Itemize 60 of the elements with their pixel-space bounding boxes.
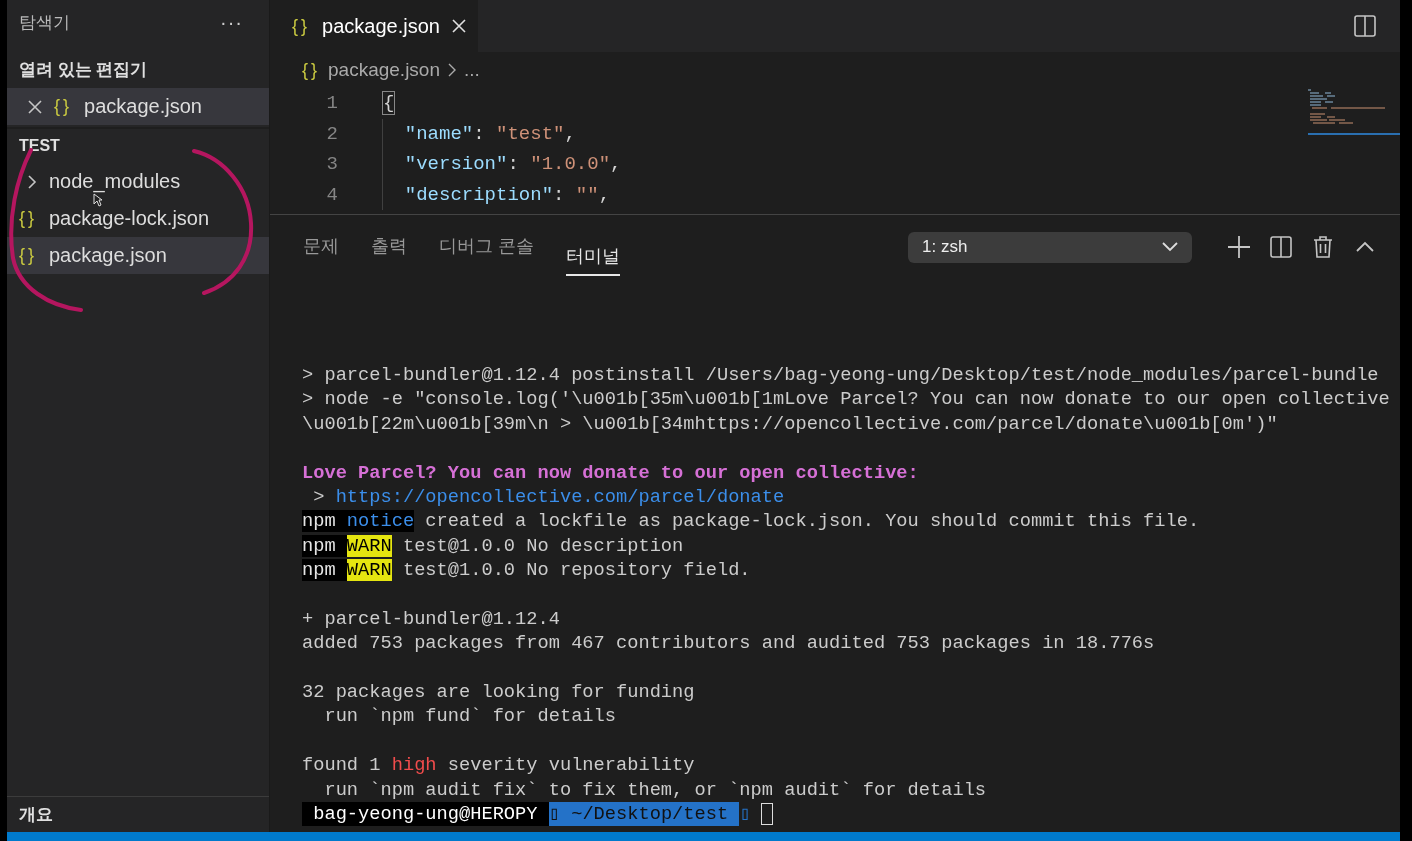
- open-editor-item[interactable]: {} package.json: [7, 88, 269, 125]
- line-number: 3: [325, 153, 338, 176]
- close-icon[interactable]: [28, 99, 42, 114]
- section-header[interactable]: 열려 있는 편집기: [7, 52, 148, 88]
- terminal-line: > https://opencollective.com/parcel/donate: [312, 484, 785, 510]
- cursor-icon: [93, 193, 103, 207]
- file-item[interactable]: {} package-lock.json: [7, 200, 269, 237]
- add-icon[interactable]: [1228, 236, 1250, 258]
- code-line: "name": "test",: [382, 118, 576, 149]
- terminal-line: run `npm audit fix` to fix them, or `npm audit` for details: [323, 777, 987, 803]
- terminal-line: npm WARN test@1.0.0 No description: [302, 533, 684, 559]
- breadcrumb-item[interactable]: ...: [464, 59, 480, 81]
- panel-tab[interactable]: 터미널: [566, 238, 620, 276]
- line-number: 4: [325, 183, 338, 206]
- terminal-line: found 1 high severity vulnerability: [302, 753, 695, 778]
- section-header[interactable]: 개요: [19, 803, 53, 826]
- panel-tab[interactable]: 문제: [303, 215, 339, 279]
- close-icon[interactable]: [451, 19, 466, 33]
- json-icon: {}: [19, 245, 38, 266]
- line-number: 2: [325, 122, 338, 145]
- code-line: "version": "1.0.0",: [382, 149, 622, 180]
- chevron-icon: [1162, 242, 1178, 252]
- explorer-title: 탐색기: [19, 11, 70, 34]
- prompt-user: bag-yeong-ung@HEROPY: [302, 802, 549, 827]
- split-editor-icon[interactable]: [1354, 15, 1376, 37]
- chevron-icon: [27, 173, 37, 190]
- terminal-line: added 753 packages from 467 contributors and audited 753 packages in 18.776s: [302, 631, 1155, 656]
- chevron-icon: [448, 63, 456, 77]
- terminal-line: + parcel-bundler@1.12.4: [302, 606, 560, 632]
- file-item[interactable]: {} package.json: [7, 237, 269, 274]
- split-terminal-icon[interactable]: [1270, 236, 1292, 258]
- prompt-separator: ▯: [739, 802, 751, 827]
- terminal-line: npm notice created a lockfile as package-lock.json. You should commit this file.: [302, 509, 1200, 534]
- file-name: node_modules: [49, 170, 181, 193]
- terminal-line: run `npm fund` for details: [323, 704, 616, 729]
- terminal-line: > node -e "console.log('\u001b[35m\u001b[1mLove Parcel? You can now donate to our open collective: [302, 387, 1390, 412]
- panel-tab[interactable]: 디버그 콘솔: [439, 215, 534, 279]
- cursor-icon: [760, 803, 773, 826]
- file-name: package-lock.json: [49, 207, 210, 230]
- terminal-line: > parcel-bundler@1.12.4 postinstall /Users/bag-yeong-ung/Desktop/test/node_modules/parcel-bundle: [302, 363, 1379, 388]
- line-number: 1: [325, 92, 338, 115]
- trash-icon[interactable]: [1312, 236, 1334, 258]
- file-name: package.json: [84, 95, 202, 118]
- json-icon: {}: [54, 96, 73, 117]
- terminal-line: 32 packages are looking for funding: [302, 680, 695, 705]
- code-line: "description": "",: [382, 179, 611, 210]
- editor-tab[interactable]: {} package.json: [270, 0, 478, 52]
- json-icon: {}: [19, 208, 38, 229]
- json-icon: {}: [302, 59, 321, 81]
- more-actions-button[interactable]: ···: [220, 10, 243, 34]
- prompt-path: ▯ ~/Desktop/test: [548, 802, 740, 827]
- breadcrumb-item[interactable]: package.json: [328, 59, 440, 81]
- terminal-line: \u001b[22m\u001b[39m\n > \u001b[34mhttps://opencollective.com/parcel/donate\u001b[0m')": [302, 411, 1278, 437]
- folder-item[interactable]: node_modules: [7, 163, 269, 200]
- terminal-dropdown[interactable]: 1: zsh: [908, 231, 1192, 263]
- terminal-line: npm WARN test@1.0.0 No repository field.: [302, 558, 751, 583]
- terminal-line: Love Parcel? You can now donate to our open collective:: [302, 460, 919, 485]
- panel-tab[interactable]: 출력: [371, 215, 407, 279]
- section-header[interactable]: TEST: [7, 129, 60, 163]
- file-name: package.json: [49, 244, 167, 267]
